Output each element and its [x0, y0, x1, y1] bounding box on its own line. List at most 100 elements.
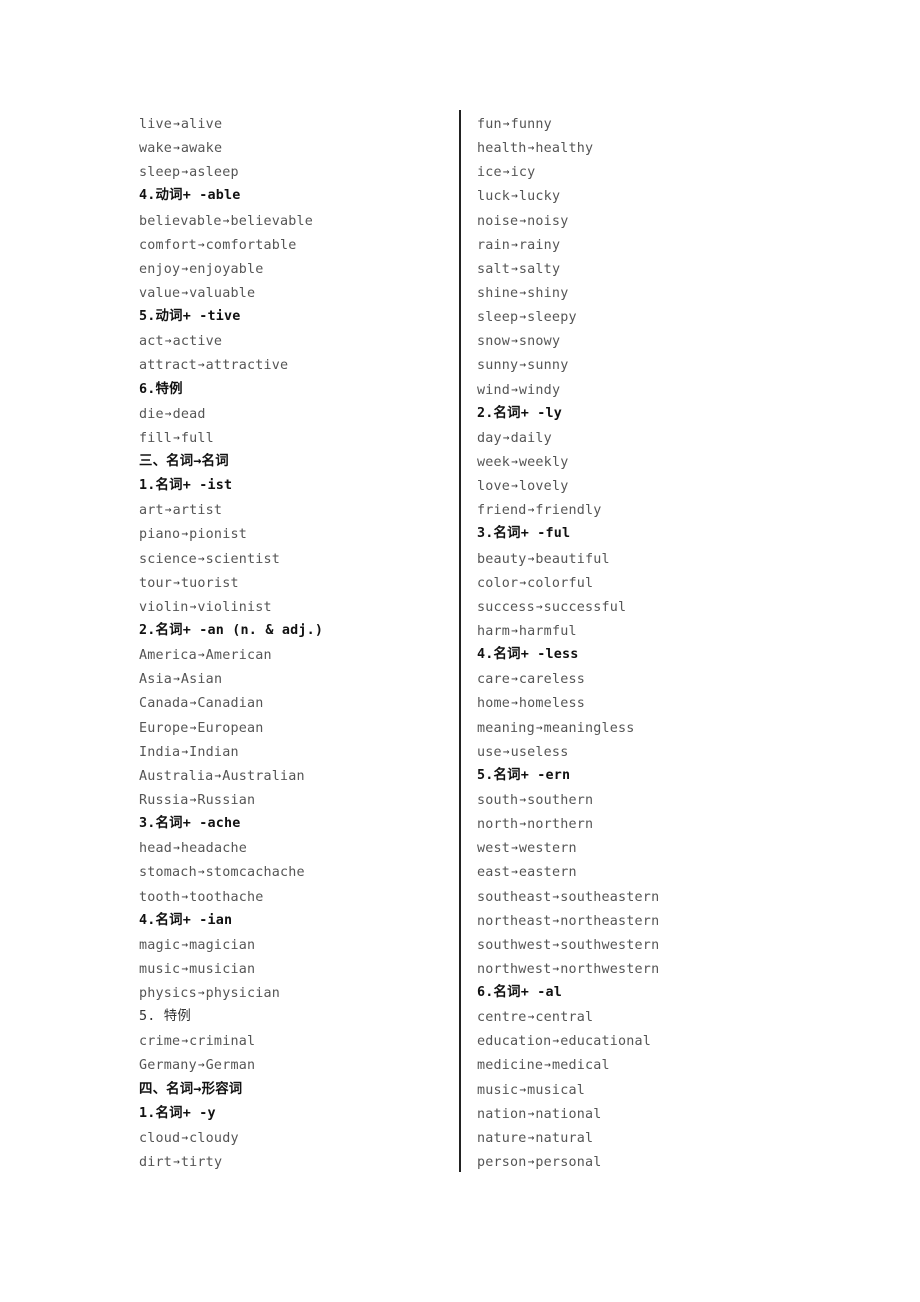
word-pair: India→Indian — [139, 740, 454, 764]
derived-word: tuorist — [180, 575, 239, 591]
word-pair: use→useless — [477, 740, 807, 764]
base-word: day — [477, 430, 502, 446]
word-pair: sunny→sunny — [477, 353, 807, 377]
base-word: tour — [139, 575, 173, 591]
arrow-icon: → — [189, 696, 197, 710]
base-word: person — [477, 1155, 527, 1171]
word-pair: northwest→northwestern — [477, 957, 807, 981]
derived-word: medical — [551, 1058, 610, 1074]
derived-word: lucky — [518, 189, 561, 205]
derived-word: southern — [527, 792, 594, 808]
word-pair: science→scientist — [139, 547, 454, 571]
arrow-icon: → — [552, 913, 560, 927]
arrow-icon: → — [173, 430, 180, 444]
derived-word: physician — [205, 986, 281, 1002]
word-pair: southwest→southwestern — [477, 933, 807, 957]
word-pair: Europe→European — [139, 716, 454, 740]
section-heading: 四、名词→形容词 — [139, 1081, 243, 1097]
word-pair: centre→central — [477, 1005, 807, 1029]
arrow-icon: → — [222, 213, 230, 227]
base-word: Asia — [139, 672, 173, 688]
arrow-icon: → — [197, 865, 205, 879]
word-pair: physics→physician — [139, 981, 454, 1005]
base-word: home — [477, 696, 511, 712]
derived-word: southwestern — [560, 937, 660, 953]
word-pair: success→successful — [477, 595, 807, 619]
derived-word: beautiful — [535, 551, 610, 567]
derived-word: northwestern — [560, 961, 660, 977]
word-pair: art→artist — [139, 498, 454, 522]
section-heading: 5.动词+ -tive — [139, 309, 241, 325]
derived-word: western — [518, 841, 577, 857]
word-pair: America→American — [139, 643, 454, 667]
derived-word: rainy — [518, 237, 561, 253]
word-pair: south→southern — [477, 788, 807, 812]
derived-word: snowy — [518, 334, 561, 350]
word-pair: luck→lucky — [477, 184, 807, 208]
derived-word: dead — [172, 406, 206, 422]
arrow-icon: → — [511, 261, 518, 275]
word-pair: tooth→toothache — [139, 885, 454, 909]
derived-word: noisy — [527, 213, 569, 229]
arrow-icon: → — [511, 334, 518, 348]
word-pair: education→educational — [477, 1029, 807, 1053]
arrow-icon: → — [527, 1130, 535, 1144]
arrow-icon: → — [502, 117, 510, 130]
word-pair: sleep→sleepy — [477, 305, 807, 329]
arrow-icon: → — [527, 141, 535, 155]
base-word: noise — [477, 213, 519, 229]
arrow-icon: → — [527, 551, 535, 565]
arrow-icon: → — [189, 599, 197, 613]
arrow-icon: → — [527, 1010, 535, 1024]
arrow-icon: → — [173, 1155, 180, 1169]
base-word: value — [139, 285, 181, 301]
section-heading: 3.名词+ -ful — [477, 526, 571, 542]
word-pair: violin→violinist — [139, 595, 454, 619]
derived-word: artist — [172, 503, 223, 519]
arrow-icon: → — [181, 261, 189, 275]
arrow-icon: → — [164, 334, 172, 348]
derived-word: magician — [189, 937, 256, 953]
derived-word: central — [535, 1010, 594, 1026]
word-pair: home→homeless — [477, 691, 807, 715]
base-word: die — [139, 406, 164, 422]
base-word: music — [477, 1082, 519, 1098]
base-word: dirt — [139, 1155, 173, 1171]
word-pair: tour→tuorist — [139, 571, 454, 595]
arrow-icon: → — [502, 744, 510, 758]
section-heading: 4.名词+ -less — [477, 647, 579, 663]
base-word: science — [139, 551, 197, 567]
left-column: live→alive wake→awake sleep→asleep 4.动词+ -a… — [139, 112, 454, 1174]
base-word: luck — [477, 189, 511, 205]
derived-word: careless — [518, 672, 585, 688]
base-word: stomach — [139, 865, 197, 881]
base-word: use — [477, 744, 502, 760]
word-pair: color→colorful — [477, 571, 807, 595]
word-pair: fun→funny — [477, 112, 807, 136]
word-pair: Germany→German — [139, 1053, 454, 1077]
word-pair: health→healthy — [477, 136, 807, 160]
word-pair: beauty→beautiful — [477, 547, 807, 571]
base-word: magic — [139, 937, 181, 953]
base-word: fill — [139, 430, 173, 446]
derived-word: successful — [543, 599, 627, 615]
arrow-icon: → — [511, 696, 518, 710]
word-pair: enjoy→enjoyable — [139, 257, 454, 281]
base-word: harm — [477, 623, 511, 639]
document-page: live→alive wake→awake sleep→asleep 4.动词+ -a… — [0, 0, 920, 1302]
derived-word: musician — [189, 961, 256, 977]
base-word: sleep — [477, 310, 519, 326]
section-heading: 5.名词+ -ern — [477, 767, 571, 783]
derived-word: believable — [230, 213, 314, 229]
word-pair: care→careless — [477, 667, 807, 691]
word-pair: value→valuable — [139, 281, 454, 305]
arrow-icon: → — [519, 310, 527, 324]
word-pair: live→alive — [139, 112, 454, 136]
base-word: medicine — [477, 1058, 544, 1074]
arrow-icon: → — [181, 165, 189, 179]
arrow-icon: → — [173, 841, 180, 855]
base-word: Australia — [139, 768, 214, 784]
word-pair: salt→salty — [477, 257, 807, 281]
base-word: nation — [477, 1106, 527, 1122]
arrow-icon: → — [519, 213, 527, 227]
